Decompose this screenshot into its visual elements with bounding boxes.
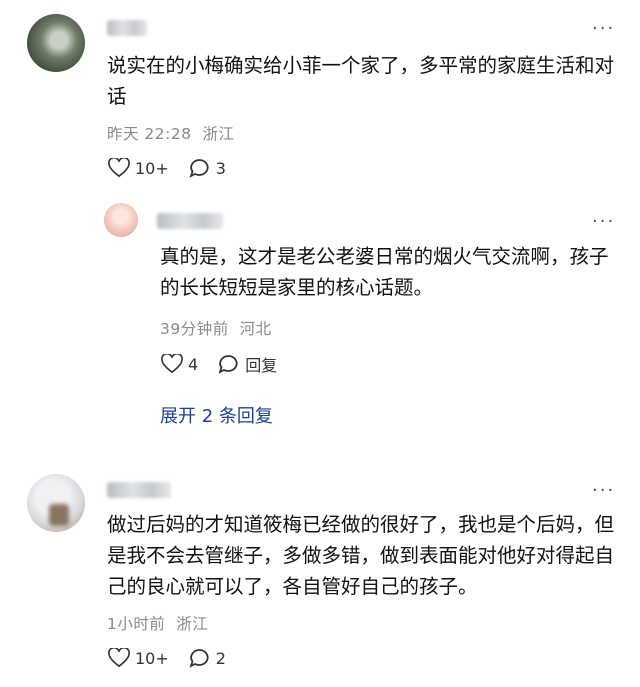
like-count: 10+: [135, 648, 169, 668]
like-count: 10+: [135, 158, 169, 178]
username-blurred[interactable]: [157, 213, 223, 229]
reply-label: 回复: [245, 356, 278, 375]
speech-bubble-icon: [218, 355, 238, 374]
like-button[interactable]: 4: [161, 354, 198, 374]
comment-actions: 10+ 3: [108, 158, 246, 178]
reply-count: 3: [215, 158, 226, 178]
reply-actions: 4 回复: [161, 352, 297, 376]
like-count: 4: [188, 354, 199, 374]
comment-meta: 1小时前 浙江: [107, 612, 208, 634]
reply-count: 2: [215, 648, 226, 668]
username-blurred[interactable]: [107, 482, 171, 498]
avatar[interactable]: [104, 203, 138, 237]
reply-time: 39分钟前: [160, 320, 229, 338]
heart-icon: [108, 158, 130, 178]
reply-meta: 39分钟前 河北: [160, 317, 272, 339]
comment-location: 浙江: [176, 615, 209, 633]
reply-count-button[interactable]: 2: [189, 648, 226, 668]
like-button[interactable]: 10+: [108, 648, 169, 668]
more-options-icon[interactable]: ···: [592, 213, 615, 231]
avatar[interactable]: [27, 474, 85, 532]
expand-replies-link[interactable]: 展开 2 条回复: [160, 402, 273, 428]
username-blurred[interactable]: [107, 20, 147, 36]
comment-meta: 昨天 22:28 浙江: [107, 122, 234, 144]
comment-text: 说实在的小梅确实给小菲一个家了，多平常的家庭生活和对话: [107, 54, 615, 108]
reply-count-button[interactable]: 3: [189, 158, 226, 178]
comment-location: 浙江: [202, 125, 235, 143]
speech-bubble-icon: [189, 649, 209, 668]
comment-time: 昨天 22:28: [107, 125, 192, 143]
comment-actions: 10+ 2: [108, 648, 246, 668]
like-button[interactable]: 10+: [108, 158, 169, 178]
more-options-icon[interactable]: ···: [592, 482, 615, 500]
reply-text: 真的是，这才是老公老婆日常的烟火气交流啊，孩子的长长短短是家里的核心话题。: [160, 245, 609, 299]
comment-time: 1小时前: [107, 615, 166, 633]
speech-bubble-icon: [189, 159, 209, 178]
heart-icon: [161, 354, 183, 374]
comment-text: 做过后妈的才知道筱梅已经做的很好了，我也是个后妈，但是我不会去管继子，多做多错，…: [107, 513, 615, 598]
more-options-icon[interactable]: ···: [592, 20, 615, 38]
avatar[interactable]: [27, 14, 85, 72]
heart-icon: [108, 648, 130, 668]
reply-button[interactable]: 回复: [218, 352, 277, 376]
reply-location: 河北: [239, 320, 272, 338]
